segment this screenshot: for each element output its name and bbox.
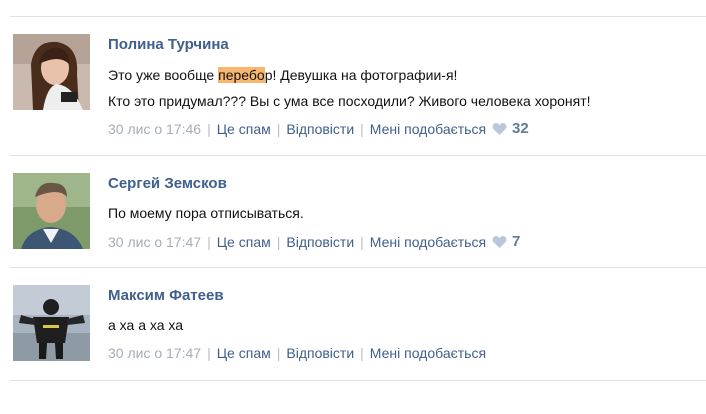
like-link[interactable]: Мені подобається <box>370 345 486 361</box>
heart-icon[interactable] <box>492 235 507 249</box>
meta-separator: | <box>276 233 281 250</box>
comment-date[interactable]: 30 лис о 17:47 <box>108 234 201 250</box>
meta-separator: | <box>207 233 211 250</box>
comment-author[interactable]: Максим Фатеев <box>108 287 224 304</box>
divider <box>10 380 706 381</box>
comment-meta: 30 лис о 17:47 | Це спам | Відповісти | … <box>108 233 520 250</box>
reply-link[interactable]: Відповісти <box>286 121 354 137</box>
meta-separator: | <box>360 120 364 137</box>
meta-separator: | <box>207 345 211 361</box>
comment-item: Полина Турчина Это уже вообще перебор! Д… <box>0 16 706 137</box>
comment-date[interactable]: 30 лис о 17:47 <box>108 345 201 361</box>
spam-link[interactable]: Це спам <box>217 234 271 250</box>
like-link[interactable]: Мені подобається <box>370 121 486 137</box>
spam-link[interactable]: Це спам <box>217 345 271 361</box>
like-link[interactable]: Мені подобається <box>370 234 486 250</box>
meta-separator: | <box>360 233 364 250</box>
comment-author[interactable]: Полина Турчина <box>108 36 229 53</box>
like-count: 7 <box>512 233 521 250</box>
heart-icon[interactable] <box>492 122 507 136</box>
meta-separator: | <box>276 120 281 137</box>
comment-item: Сергей Земсков По моему пора отписыватьс… <box>0 155 706 265</box>
comment-text-line: По моему пора отписываться. <box>108 205 304 221</box>
comment-text-part: Это уже вообще <box>108 67 219 83</box>
search-highlight: перебо <box>218 67 265 83</box>
comment-date[interactable]: 30 лис о 17:46 <box>108 121 201 137</box>
avatar-photo-icon <box>13 173 90 249</box>
comment-text-part: р! Девушка на фотографии-я! <box>264 67 458 83</box>
meta-separator: | <box>360 345 364 361</box>
comment-item: Максим Фатеев а ха а ха ха 30 лис о 17:4… <box>0 267 706 377</box>
comment-text-line: Кто это придумал??? Вы с ума все посходи… <box>108 93 591 109</box>
comment-text-line: а ха а ха ха <box>108 317 184 333</box>
reply-link[interactable]: Відповісти <box>286 345 354 361</box>
comment-text-line: Это уже вообще перебор! Девушка на фотог… <box>108 67 457 83</box>
comment-meta: 30 лис о 17:46 | Це спам | Відповісти | … <box>108 120 529 137</box>
spam-link[interactable]: Це спам <box>217 121 271 137</box>
avatar-photo-icon <box>13 34 90 110</box>
avatar[interactable] <box>13 173 90 249</box>
avatar[interactable] <box>13 285 90 361</box>
meta-separator: | <box>207 120 211 137</box>
meta-separator: | <box>276 345 281 361</box>
avatar-photo-icon <box>13 285 90 361</box>
comments-list: Полина Турчина Это уже вообще перебор! Д… <box>0 0 706 414</box>
comment-meta: 30 лис о 17:47 | Це спам | Відповісти | … <box>108 345 486 361</box>
comment-author[interactable]: Сергей Земсков <box>108 175 227 192</box>
like-count: 32 <box>512 120 529 137</box>
reply-link[interactable]: Відповісти <box>286 234 354 250</box>
avatar[interactable] <box>13 34 90 110</box>
